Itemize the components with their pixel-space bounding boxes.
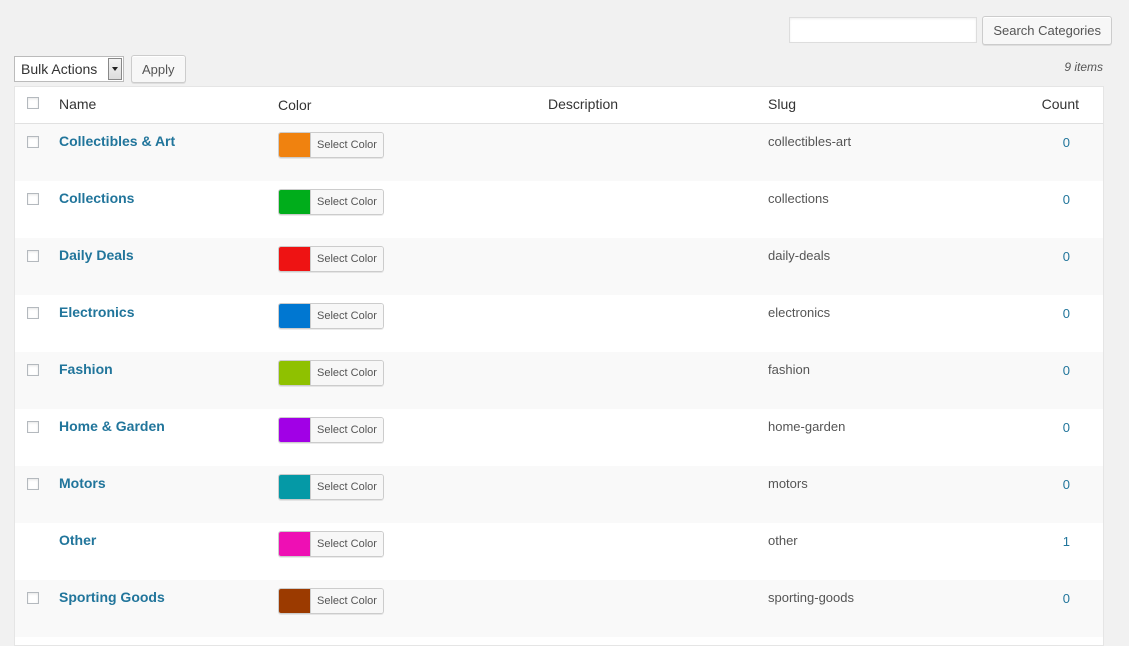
table-row: Daily Deals Select Color daily-deals 0 xyxy=(15,238,1103,295)
bulk-actions-select[interactable]: Bulk Actions xyxy=(14,56,124,82)
table-row: Other Select Color other 1 xyxy=(15,523,1103,580)
category-slug: electronics xyxy=(768,305,831,320)
color-picker[interactable]: Select Color xyxy=(278,474,384,500)
table-body: Collectibles & Art Select Color collectibl… xyxy=(15,124,1103,637)
table-row: Fashion Select Color fashion 0 xyxy=(15,352,1103,409)
row-checkbox[interactable] xyxy=(27,592,39,604)
category-count-link[interactable]: 0 xyxy=(1063,591,1070,606)
color-picker[interactable]: Select Color xyxy=(278,360,384,386)
select-color-button[interactable]: Select Color xyxy=(310,418,383,442)
select-color-button[interactable]: Select Color xyxy=(310,589,383,613)
category-slug: other xyxy=(768,533,798,548)
table-header: Name Color Description Slug Count xyxy=(15,87,1103,124)
color-swatch[interactable] xyxy=(279,247,310,271)
select-color-button[interactable]: Select Color xyxy=(310,247,383,271)
category-slug: fashion xyxy=(768,362,810,377)
row-checkbox[interactable] xyxy=(27,478,39,490)
row-checkbox[interactable] xyxy=(27,193,39,205)
search-box: Search Categories xyxy=(789,16,1112,45)
color-swatch[interactable] xyxy=(279,532,310,556)
select-color-button[interactable]: Select Color xyxy=(310,190,383,214)
row-checkbox[interactable] xyxy=(27,364,39,376)
color-picker[interactable]: Select Color xyxy=(278,246,384,272)
color-picker[interactable]: Select Color xyxy=(278,132,384,158)
row-checkbox[interactable] xyxy=(27,307,39,319)
table-row: Motors Select Color motors 0 xyxy=(15,466,1103,523)
table-row: Home & Garden Select Color home-garden 0 xyxy=(15,409,1103,466)
category-name-link[interactable]: Sporting Goods xyxy=(59,589,165,605)
category-name-link[interactable]: Motors xyxy=(59,475,106,491)
select-color-button[interactable]: Select Color xyxy=(310,133,383,157)
search-input[interactable] xyxy=(789,17,978,43)
color-swatch[interactable] xyxy=(279,304,310,328)
column-count[interactable]: Count xyxy=(1042,96,1079,112)
category-name-link[interactable]: Fashion xyxy=(59,361,113,377)
category-slug: motors xyxy=(768,476,808,491)
category-slug: sporting-goods xyxy=(768,590,854,605)
table-row: Sporting Goods Select Color sporting-goods… xyxy=(15,580,1103,637)
category-count-link[interactable]: 0 xyxy=(1063,192,1070,207)
chevron-down-icon[interactable] xyxy=(108,58,122,80)
select-color-button[interactable]: Select Color xyxy=(310,361,383,385)
search-categories-button[interactable]: Search Categories xyxy=(982,16,1112,45)
color-swatch[interactable] xyxy=(279,133,310,157)
row-checkbox[interactable] xyxy=(27,136,39,148)
category-count-link[interactable]: 1 xyxy=(1063,534,1070,549)
bulk-actions-selected: Bulk Actions xyxy=(21,61,98,77)
table-row: Collections Select Color collections 0 xyxy=(15,181,1103,238)
select-all-checkbox[interactable] xyxy=(27,97,39,109)
select-color-button[interactable]: Select Color xyxy=(310,532,383,556)
color-swatch[interactable] xyxy=(279,361,310,385)
row-checkbox[interactable] xyxy=(27,421,39,433)
category-name-link[interactable]: Collectibles & Art xyxy=(59,133,175,149)
category-name-link[interactable]: Other xyxy=(59,532,96,548)
category-count-link[interactable]: 0 xyxy=(1063,306,1070,321)
categories-table: Name Color Description Slug Count Collec… xyxy=(14,86,1104,646)
category-name-link[interactable]: Daily Deals xyxy=(59,247,134,263)
category-count-link[interactable]: 0 xyxy=(1063,249,1070,264)
category-slug: daily-deals xyxy=(768,248,831,263)
column-color: Color xyxy=(278,97,312,113)
category-slug: collections xyxy=(768,191,829,206)
column-name[interactable]: Name xyxy=(59,96,96,112)
category-name-link[interactable]: Home & Garden xyxy=(59,418,165,434)
color-picker[interactable]: Select Color xyxy=(278,588,384,614)
color-swatch[interactable] xyxy=(279,418,310,442)
color-swatch[interactable] xyxy=(279,190,310,214)
category-count-link[interactable]: 0 xyxy=(1063,420,1070,435)
color-swatch[interactable] xyxy=(279,589,310,613)
select-color-button[interactable]: Select Color xyxy=(310,475,383,499)
column-slug[interactable]: Slug xyxy=(768,96,796,112)
category-slug: collectibles-art xyxy=(768,134,852,149)
color-picker[interactable]: Select Color xyxy=(278,417,384,443)
bulk-actions-bar: Bulk Actions Apply xyxy=(14,55,186,83)
color-swatch[interactable] xyxy=(279,475,310,499)
apply-button[interactable]: Apply xyxy=(131,55,186,83)
row-checkbox[interactable] xyxy=(27,250,39,262)
select-color-button[interactable]: Select Color xyxy=(310,304,383,328)
category-count-link[interactable]: 0 xyxy=(1063,135,1070,150)
items-count: 9 items xyxy=(1064,60,1103,74)
category-name-link[interactable]: Electronics xyxy=(59,304,134,320)
color-picker[interactable]: Select Color xyxy=(278,189,384,215)
category-count-link[interactable]: 0 xyxy=(1063,477,1070,492)
category-name-link[interactable]: Collections xyxy=(59,190,134,206)
color-picker[interactable]: Select Color xyxy=(278,531,384,557)
table-row: Electronics Select Color electronics 0 xyxy=(15,295,1103,352)
category-count-link[interactable]: 0 xyxy=(1063,363,1070,378)
color-picker[interactable]: Select Color xyxy=(278,303,384,329)
table-row: Collectibles & Art Select Color collectibl… xyxy=(15,124,1103,181)
column-description[interactable]: Description xyxy=(548,96,618,112)
category-slug: home-garden xyxy=(768,419,846,434)
